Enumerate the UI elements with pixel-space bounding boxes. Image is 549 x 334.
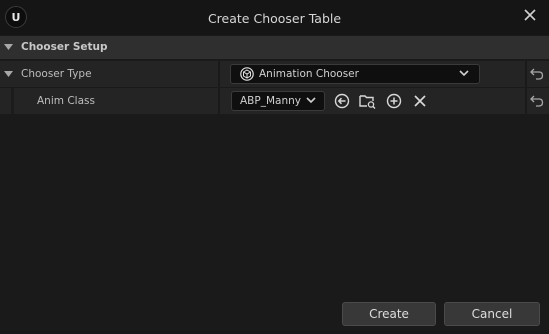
section-label: Chooser Setup bbox=[21, 41, 108, 53]
close-button[interactable] bbox=[517, 3, 543, 27]
column-divider[interactable] bbox=[218, 88, 220, 114]
reset-divider bbox=[525, 61, 527, 87]
reset-to-default-icon[interactable] bbox=[530, 95, 544, 107]
window-title: Create Chooser Table bbox=[207, 11, 342, 26]
chevron-down-icon bbox=[306, 97, 316, 104]
animation-chooser-icon bbox=[240, 67, 254, 81]
add-icon[interactable] bbox=[386, 93, 402, 109]
title-bar: U Create Chooser Table bbox=[0, 0, 549, 35]
clear-icon[interactable] bbox=[413, 94, 427, 108]
property-row-anim-class: Anim Class ABP_Manny bbox=[0, 88, 549, 114]
reset-divider bbox=[525, 88, 527, 114]
collapse-arrow-icon[interactable] bbox=[4, 44, 13, 50]
property-label: Anim Class bbox=[37, 95, 95, 107]
reset-to-default-icon[interactable] bbox=[530, 68, 544, 80]
browse-asset-icon[interactable] bbox=[359, 93, 376, 109]
property-row-chooser-type: Chooser Type Animation Chooser bbox=[0, 61, 549, 87]
use-selected-icon[interactable] bbox=[334, 93, 350, 109]
anim-class-dropdown[interactable]: ABP_Manny bbox=[231, 91, 325, 111]
indent-marker bbox=[11, 88, 14, 114]
chooser-type-dropdown[interactable]: Animation Chooser bbox=[230, 64, 480, 84]
create-button[interactable]: Create bbox=[342, 302, 436, 326]
chevron-down-icon bbox=[459, 70, 469, 77]
column-divider[interactable] bbox=[218, 61, 220, 87]
close-icon bbox=[524, 9, 536, 21]
expand-arrow-icon[interactable] bbox=[4, 71, 13, 77]
section-header-chooser-setup[interactable]: Chooser Setup bbox=[0, 36, 549, 59]
cancel-button[interactable]: Cancel bbox=[444, 302, 540, 326]
property-label: Chooser Type bbox=[21, 68, 92, 80]
dropdown-value: Animation Chooser bbox=[259, 68, 359, 80]
dropdown-value: ABP_Manny bbox=[240, 95, 301, 107]
